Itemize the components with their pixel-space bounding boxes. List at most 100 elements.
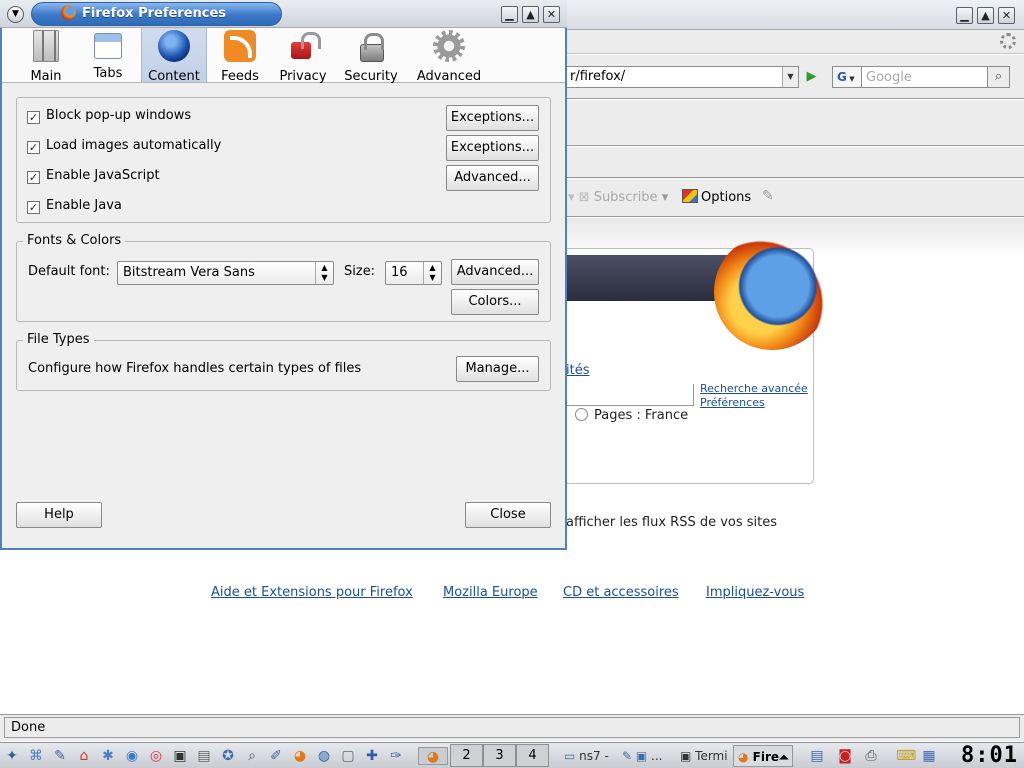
pager-desktop-3[interactable]: 3 (483, 744, 516, 767)
fonts-colors-caption: Fonts & Colors (23, 233, 126, 248)
tray-update-icon[interactable]: ◙ (836, 747, 854, 765)
tabs-icon (94, 33, 122, 59)
document-icon[interactable]: ▢ (339, 747, 357, 765)
tab-label: Privacy (279, 69, 327, 84)
tab-label: Feeds (221, 69, 259, 84)
subscribe-label: Subscribe (593, 190, 658, 205)
maximize-icon[interactable]: ▲ (977, 7, 994, 24)
dialog-titlebar[interactable]: ▼ Firefox Preferences ▁ ▲ ✕ (0, 0, 567, 28)
footer-link-extensions[interactable]: Aide et Extensions pour Firefox (211, 585, 413, 600)
preferences-link[interactable]: Préférences (700, 396, 808, 410)
pager-desktop-4[interactable]: 4 (516, 744, 549, 767)
popup-exceptions-button[interactable]: Exceptions... (446, 105, 539, 131)
url-field[interactable]: r/firefox/ ▼ (566, 66, 799, 88)
task-label: ns7 - (579, 749, 609, 763)
tray-printer-icon[interactable]: ⎙ (862, 747, 880, 765)
window-menu-icon[interactable]: ▼ (7, 6, 24, 23)
font-size-select[interactable]: 16 ▲ ▼ (385, 261, 442, 285)
enable-javascript-checkbox[interactable]: ✓ Enable JavaScript (27, 168, 160, 184)
close-button[interactable]: Close (465, 502, 551, 528)
partial-link[interactable]: ités (566, 363, 589, 378)
checkbox-label: Enable Java (46, 198, 122, 213)
clock[interactable]: 8:01 (961, 744, 1018, 768)
close-icon[interactable]: ✕ (998, 7, 1015, 24)
options-button[interactable]: Options (682, 189, 751, 205)
go-arrow-icon[interactable]: ▶ (803, 68, 820, 85)
pager-desktop-2[interactable]: 2 (450, 744, 483, 767)
tray-clipboard-icon[interactable]: ▤ (808, 747, 826, 765)
task-label: Termi (695, 749, 728, 763)
load-images-checkbox[interactable]: ✓ Load images automatically (27, 138, 221, 154)
tools-icon[interactable]: ✎ (51, 747, 69, 765)
colors-button[interactable]: Colors... (451, 289, 539, 315)
task-firefox[interactable]: ◕ Fire⏶ (733, 745, 793, 767)
size-label: Size: (344, 264, 376, 279)
tab-feeds[interactable]: Feeds (213, 28, 267, 84)
options-icon (682, 189, 698, 203)
tab-advanced[interactable]: Advanced (412, 28, 486, 84)
home-icon[interactable]: ⌂ (75, 747, 93, 765)
active-desktop-icon[interactable]: ◕ (418, 747, 448, 765)
task-terminal[interactable]: ▣ Termi (676, 745, 732, 767)
checkbox-checked-icon: ✓ (27, 171, 40, 184)
advanced-links: Recherche avancée Préférences (700, 382, 808, 410)
monitor-icon[interactable]: ▤ (195, 747, 213, 765)
file-types-group: File Types Configure how Firefox handles… (16, 332, 551, 391)
footer-link-cd[interactable]: CD et accessoires (563, 585, 679, 600)
enable-java-checkbox[interactable]: ✓ Enable Java (27, 198, 122, 214)
footer-link-get-involved[interactable]: Impliquez-vous (706, 585, 804, 600)
help-button[interactable]: Help (16, 502, 102, 528)
network-icon[interactable]: ✱ (99, 747, 117, 765)
default-font-select[interactable]: Bitstream Vera Sans ▲ ▼ (117, 261, 334, 285)
footer-link-mozilla-europe[interactable]: Mozilla Europe (443, 585, 538, 600)
advanced-search-link[interactable]: Recherche avancée (700, 382, 808, 396)
task-ns7[interactable]: ▭ ns7 - (560, 745, 618, 767)
firefox-launcher-icon[interactable]: ◕ (291, 747, 309, 765)
close-icon[interactable]: ✕ (543, 6, 560, 23)
tray-keyboard-icon[interactable]: ⌨ (896, 747, 916, 765)
tab-privacy[interactable]: Privacy (274, 28, 332, 84)
default-font-label: Default font: (28, 264, 110, 279)
help-lifebuoy-icon[interactable]: ◎ (147, 747, 165, 765)
media-icon[interactable]: ✪ (219, 747, 237, 765)
pencil-icon[interactable]: ✎ (762, 188, 774, 204)
search-engine-selector[interactable]: G ▼ (832, 66, 862, 88)
tray-calendar-icon[interactable]: ▦ (920, 747, 938, 765)
globe-launcher-icon[interactable]: ◍ (315, 747, 333, 765)
fonts-colors-group: Fonts & Colors Default font: Bitstream V… (16, 233, 551, 322)
padlock-icon (355, 30, 387, 62)
block-popups-checkbox[interactable]: ✓ Block pop-up windows (27, 108, 191, 124)
find-icon[interactable]: ⌕ (243, 747, 261, 765)
package-icon[interactable]: ✚ (363, 747, 381, 765)
radio-icon (575, 408, 588, 421)
fonts-advanced-button[interactable]: Advanced... (451, 259, 539, 285)
preferences-dialog: ▼ Firefox Preferences ▁ ▲ ✕ Main Tabs Co… (0, 0, 567, 550)
images-exceptions-button[interactable]: Exceptions... (446, 135, 539, 161)
search-input[interactable]: Google (862, 66, 988, 88)
task-window-2[interactable]: ✎ ▣ ... (618, 745, 674, 767)
tab-tabs[interactable]: Tabs (82, 28, 134, 82)
javascript-advanced-button[interactable]: Advanced... (446, 165, 539, 191)
browser-icon[interactable]: ◉ (123, 747, 141, 765)
kmenu-icon[interactable]: ✦ (3, 747, 21, 765)
google-search-input[interactable] (566, 384, 694, 406)
taskbar: ✦ ⌘ ✎ ⌂ ✱ ◉ ◎ ▣ ▤ ✪ ⌕ ✐ ◕ ◍ ▢ ✚ ✑ ◕ 2 3 … (0, 742, 1024, 768)
task-label: Fire (752, 750, 780, 764)
minimize-icon[interactable]: ▁ (501, 6, 518, 23)
tab-content[interactable]: Content (141, 28, 207, 84)
desktop-icon[interactable]: ⌘ (27, 747, 45, 765)
maximize-icon[interactable]: ▲ (522, 6, 539, 23)
subscribe-button[interactable]: ▾ ⊠ Subscribe ▾ (568, 190, 668, 205)
url-dropdown-icon[interactable]: ▼ (782, 67, 798, 87)
minimize-icon[interactable]: ▁ (956, 7, 973, 24)
editor-icon[interactable]: ✐ (267, 747, 285, 765)
tab-main[interactable]: Main (18, 28, 74, 84)
checkbox-label: Enable JavaScript (46, 168, 160, 183)
terminal-icon[interactable]: ▣ (171, 747, 189, 765)
main-icon (33, 30, 59, 62)
tab-security[interactable]: Security (340, 28, 402, 84)
pen-icon[interactable]: ✑ (387, 747, 405, 765)
pages-france-radio[interactable]: Pages : France (575, 408, 688, 423)
search-magnifier-icon[interactable]: ⌕ (987, 66, 1010, 88)
manage-button[interactable]: Manage... (456, 356, 539, 382)
